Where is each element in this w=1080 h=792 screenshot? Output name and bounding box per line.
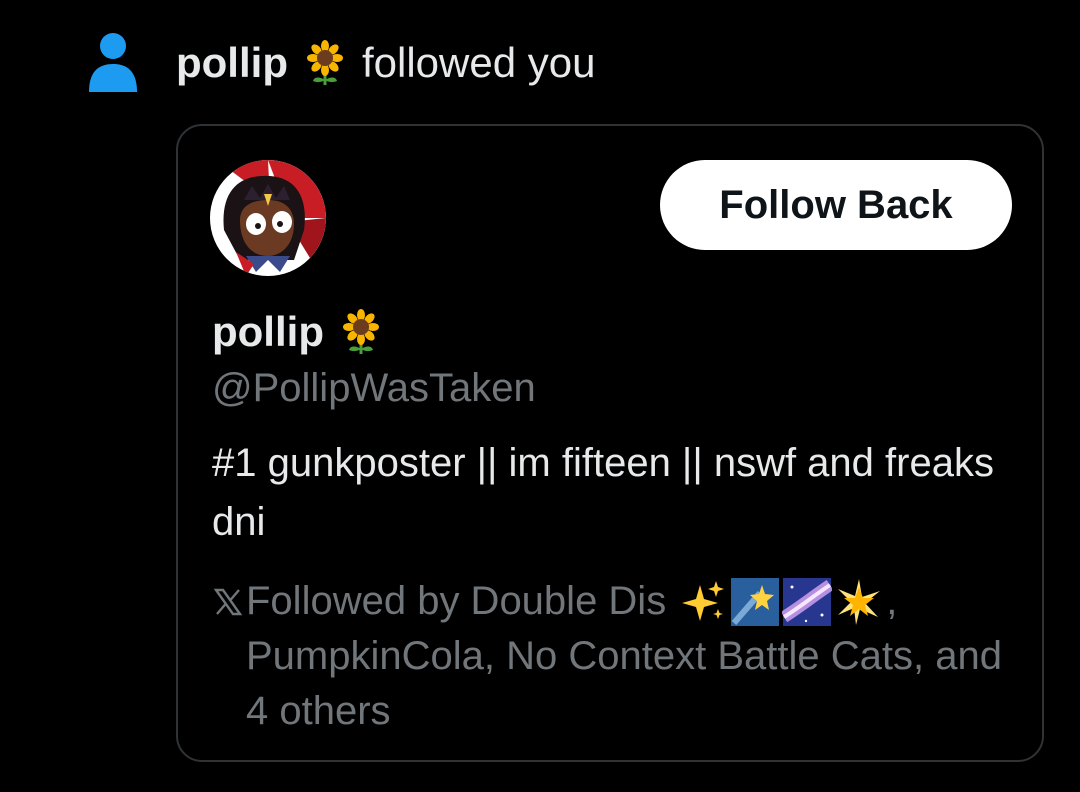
notification-action-text: followed you [361,39,596,86]
profile-card[interactable]: Follow Back pollip @PollipWasTaken #1 gu… [176,124,1044,762]
x-logo-icon [212,582,244,622]
follow-back-button[interactable]: Follow Back [660,160,1012,250]
followed-by-comma: , [886,579,898,623]
followed-by-info: Followed by Double Dis , PumpkinCola, No… [212,574,1012,739]
avatar[interactable] [210,160,326,276]
profile-handle[interactable]: @PollipWasTaken [212,366,536,411]
profile-bio: #1 gunkposter || im fifteen || nswf and … [212,441,994,544]
shooting-star-emoji-icon [730,577,780,627]
notification-user-name[interactable]: pollip [176,39,288,87]
follow-notification[interactable]: pollip followed you [86,30,595,96]
glowing-star-emoji-icon [834,577,884,627]
sparkles-emoji-icon [678,577,728,627]
profile-display-name[interactable]: pollip [212,308,324,356]
sunflower-emoji-icon [338,309,384,355]
sunflower-emoji-icon [302,40,348,86]
display-name-row[interactable]: pollip [212,308,384,356]
milky-way-emoji-icon [782,577,833,627]
followed-by-rest: PumpkinCola, No Context Battle Cats, and… [246,634,1002,733]
person-icon [86,30,140,96]
followed-by-prefix: Followed by Double Dis [246,579,667,623]
